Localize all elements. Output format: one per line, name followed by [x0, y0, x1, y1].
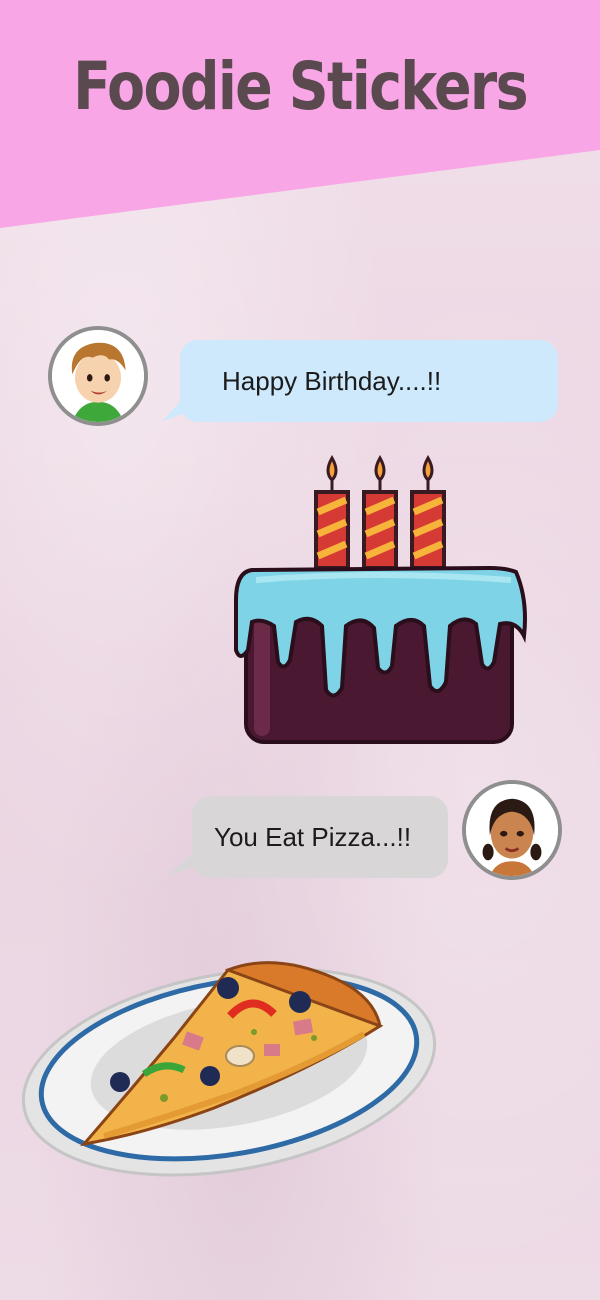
candle: [410, 454, 446, 570]
pizza-on-plate-sticker[interactable]: [14, 948, 444, 1178]
girl-face-icon: [466, 784, 558, 876]
girl-avatar[interactable]: [462, 780, 562, 880]
candle: [362, 454, 398, 570]
page-title: Foodie Stickers: [73, 48, 528, 125]
message-bubble-birthday: Happy Birthday....!!: [180, 340, 558, 422]
message-text: Happy Birthday....!!: [222, 365, 442, 396]
candle: [314, 454, 350, 570]
boy-avatar[interactable]: [48, 326, 148, 426]
birthday-cake-sticker[interactable]: [226, 450, 536, 750]
message-bubble-pizza: You Eat Pizza...!!: [192, 796, 448, 878]
boy-face-icon: [52, 330, 144, 422]
message-text: You Eat Pizza...!!: [214, 821, 412, 852]
